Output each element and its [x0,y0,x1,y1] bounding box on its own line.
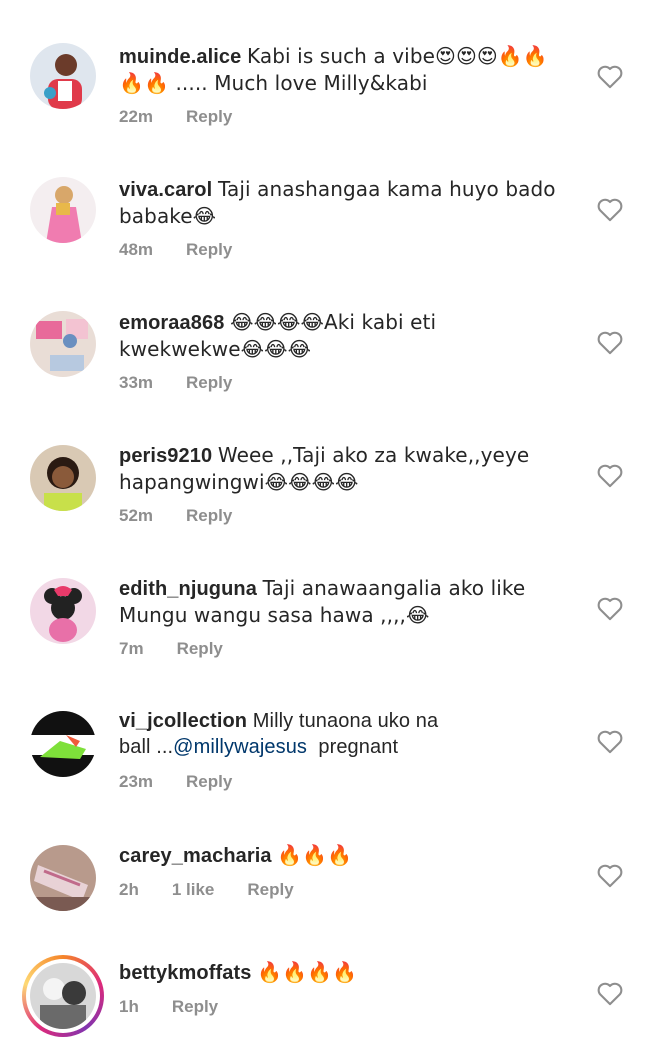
avatar[interactable] [30,43,96,109]
mention-link[interactable]: @millywajesus [173,736,307,758]
comment-time: 7m [119,639,144,658]
comment-meta: 33m Reply [119,373,265,393]
reply-button[interactable]: Reply [172,997,218,1016]
comment-body-continued: Mungu wangu sasa hawa ,,,,😂 [119,603,430,627]
comment-meta: 2h 1 like Reply [119,880,327,900]
avatar[interactable] [30,578,96,644]
avatar[interactable] [30,445,96,511]
reply-button[interactable]: Reply [186,240,232,259]
comment-body-continued-end: pregnant [307,736,399,758]
comment-username[interactable]: emoraa868 [119,312,224,334]
like-button[interactable] [596,462,624,488]
comment-body: 🔥🔥🔥 [277,843,353,867]
comment-body: Weee ,,Taji ako za kwake,,yeye [217,443,530,467]
comment-time: 2h [119,880,139,899]
comment-meta: 7m Reply [119,639,256,659]
comment-body-continued: kwekwekwe😂😂😂 [119,337,312,361]
comment-meta: 48m Reply [119,240,265,260]
comment-text: emoraa868 😂😂😂😂Aki kabi eti kwekwekwe😂😂😂 [119,309,579,362]
comment-username[interactable]: edith_njuguna [119,578,257,600]
comment-username[interactable]: muinde.alice [119,46,241,68]
comment-username[interactable]: viva.carol [119,179,212,201]
comment-meta: 23m Reply [119,772,265,792]
heart-outline-icon [597,65,623,89]
comment-body-continued: ball ... [119,736,174,758]
comment-body-continued: 🔥🔥 ..... Much love Milly&kabi [119,71,428,95]
story-ring[interactable] [22,955,104,1037]
comment-body: Kabi is such a vibe😍😍😍🔥🔥 [247,44,548,68]
comment-time: 33m [119,373,154,392]
comment-time: 1h [119,997,139,1016]
heart-outline-icon [597,331,623,355]
like-button[interactable] [596,196,624,222]
comment-text: muinde.alice Kabi is such a vibe😍😍😍🔥🔥 🔥🔥… [119,43,579,96]
comment-text: carey_macharia 🔥🔥🔥 [119,842,579,869]
comment-text: bettykmoffats 🔥🔥🔥🔥 [119,959,579,986]
comment-text: vi_jcollection Milly tunaona uko na ball… [119,708,579,760]
avatar[interactable] [30,711,96,777]
comment-text: viva.carol Taji anashangaa kama huyo bad… [119,176,579,229]
avatar[interactable] [30,177,96,243]
like-button[interactable] [596,595,624,621]
reply-button[interactable]: Reply [247,880,293,899]
comment-text: peris9210 Weee ,,Taji ako za kwake,,yeye… [119,442,579,495]
heart-outline-icon [597,982,623,1006]
reply-button[interactable]: Reply [186,107,232,126]
comment-time: 52m [119,506,154,525]
reply-button[interactable]: Reply [186,772,232,791]
like-button[interactable] [596,329,624,355]
comment-time: 23m [119,772,154,791]
comment-meta: 52m Reply [119,506,265,526]
comment-body: 🔥🔥🔥🔥 [257,960,358,984]
comment-username[interactable]: peris9210 [119,445,212,467]
comment-meta: 1h Reply [119,997,251,1017]
heart-outline-icon [597,730,623,754]
comment-time: 22m [119,107,154,126]
avatar[interactable] [30,963,96,1029]
comment-username[interactable]: bettykmoffats [119,962,251,984]
comment-username[interactable]: carey_macharia [119,845,272,867]
heart-outline-icon [597,864,623,888]
comment-body: Milly tunaona uko na [252,710,439,732]
comment-meta: 22m Reply [119,107,265,127]
likes-count[interactable]: 1 like [172,880,215,899]
reply-button[interactable]: Reply [186,373,232,392]
comment-body: 😂😂😂😂Aki kabi eti [230,310,437,334]
comment-text: edith_njuguna Taji anawaangalia ako like… [119,575,579,628]
comment-body-continued: babake😂 [119,204,217,228]
like-button[interactable] [596,63,624,89]
heart-outline-icon [597,198,623,222]
reply-button[interactable]: Reply [186,506,232,525]
like-button[interactable] [596,862,624,888]
comment-body: Taji anashangaa kama huyo bado [217,177,556,201]
like-button[interactable] [596,980,624,1006]
heart-outline-icon [597,597,623,621]
reply-button[interactable]: Reply [177,639,223,658]
like-button[interactable] [596,728,624,754]
avatar[interactable] [30,311,96,377]
comment-username[interactable]: vi_jcollection [119,710,247,732]
comment-body-continued: hapangwingwi😂😂😂😂 [119,470,359,494]
avatar[interactable] [30,845,96,911]
heart-outline-icon [597,464,623,488]
comment-time: 48m [119,240,154,259]
comment-body: Taji anawaangalia ako like [262,576,526,600]
